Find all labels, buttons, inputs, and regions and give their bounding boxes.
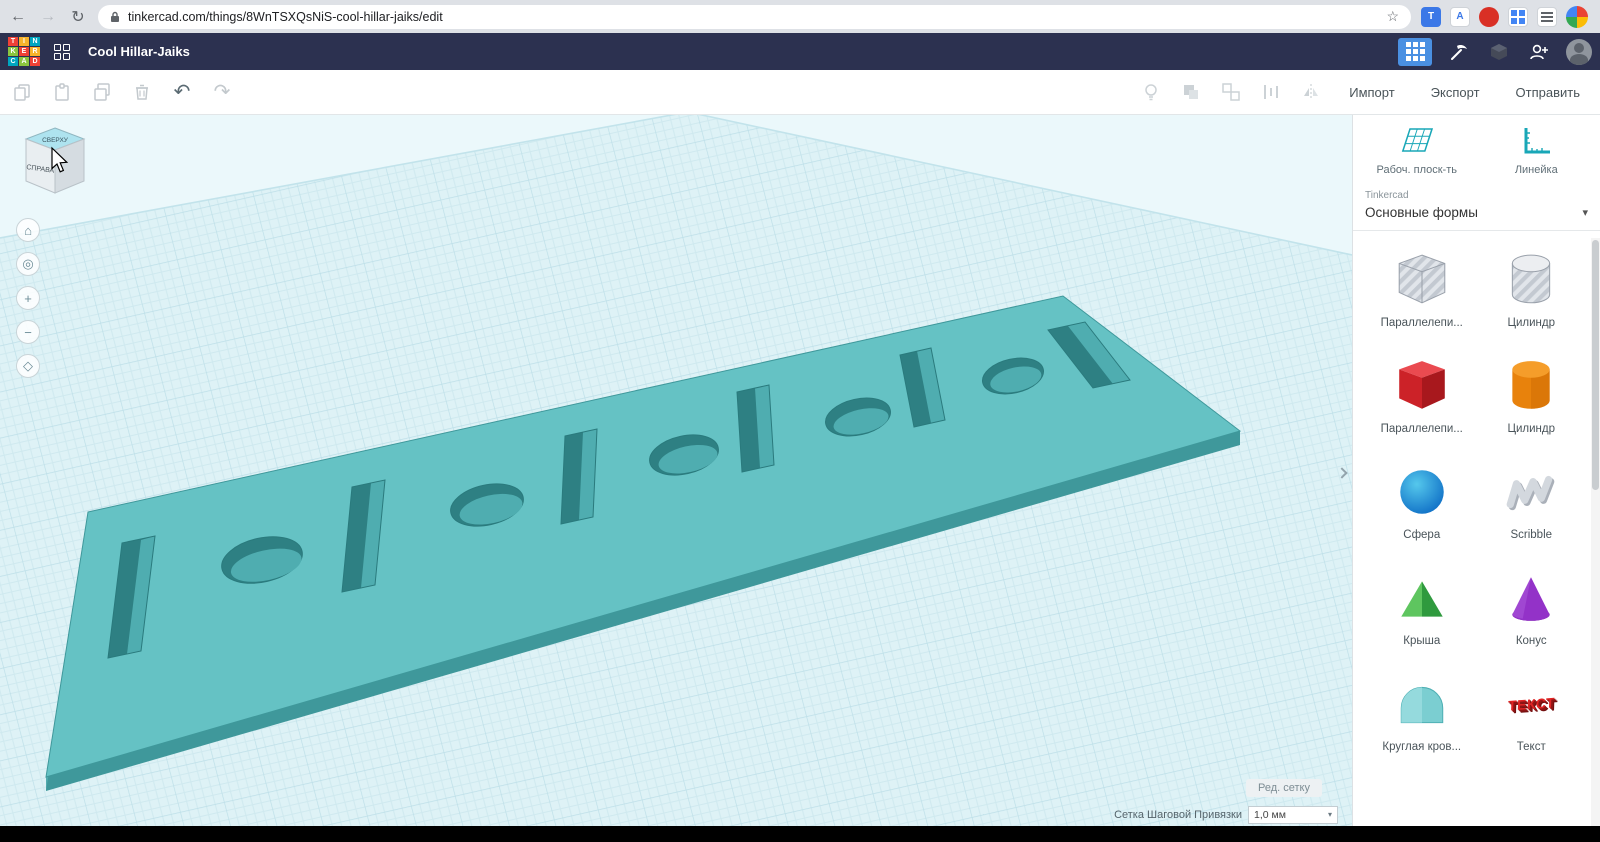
lock-icon bbox=[110, 11, 120, 23]
forward-icon[interactable]: → bbox=[38, 7, 58, 27]
group-icon[interactable] bbox=[1179, 80, 1203, 104]
scene-svg[interactable]: СВЕРХУ СПРАВА bbox=[0, 115, 1352, 826]
shapes-panel: Рабоч. плоск-ть Линейка Tinkercad Основн… bbox=[1352, 115, 1600, 826]
show-all-icon[interactable] bbox=[1139, 80, 1163, 104]
duplicate-icon[interactable] bbox=[90, 80, 114, 104]
tinker-tools-icon[interactable] bbox=[1446, 39, 1472, 65]
panel-scrollbar-thumb[interactable] bbox=[1592, 240, 1599, 490]
extension-icon-2[interactable] bbox=[1479, 6, 1499, 27]
translate-extension-icon[interactable]: A bbox=[1450, 6, 1470, 27]
extension-grid-icon[interactable] bbox=[1508, 6, 1528, 27]
ruler-icon bbox=[1524, 128, 1551, 154]
user-avatar[interactable] bbox=[1566, 38, 1592, 65]
zoom-in-button[interactable]: + bbox=[16, 286, 40, 310]
shape-item-box[interactable]: Параллелепи... bbox=[1373, 355, 1471, 435]
library-brand-label: Tinkercad bbox=[1365, 190, 1409, 201]
shape-item-round-roof[interactable]: Круглая кров... bbox=[1373, 673, 1471, 753]
cone-icon bbox=[1483, 567, 1581, 629]
extension-icon-1[interactable]: T bbox=[1421, 6, 1441, 27]
design-title[interactable]: Cool Hillar-Jaiks bbox=[88, 44, 1388, 59]
shape-category-select[interactable]: Основные формы ▾ bbox=[1353, 201, 1600, 231]
shape-category-value: Основные формы bbox=[1365, 205, 1478, 220]
view-cube-top-label: СВЕРХУ bbox=[42, 137, 69, 144]
text-3d-icon: ТЕКСТ bbox=[1507, 694, 1556, 714]
fit-view-button[interactable]: ◎ bbox=[16, 252, 40, 276]
browser-profile-avatar[interactable] bbox=[1566, 5, 1588, 28]
tinkercad-logo[interactable]: T I N K E R C A D bbox=[8, 37, 40, 66]
url-text[interactable]: tinkercad.com/things/8WnTSXQsNiS-cool-hi… bbox=[128, 10, 443, 24]
bottom-black-bar bbox=[0, 826, 1600, 842]
add-person-icon[interactable] bbox=[1526, 39, 1552, 65]
red-box-icon bbox=[1373, 355, 1471, 417]
copy-icon[interactable] bbox=[10, 80, 34, 104]
workplane-tool-label: Рабоч. плоск-ть bbox=[1376, 164, 1457, 176]
ruler-tool-label: Линейка bbox=[1514, 164, 1558, 176]
edit-grid-button[interactable]: Ред. сетку bbox=[1246, 779, 1322, 797]
blocks-icon[interactable] bbox=[1486, 39, 1512, 65]
paste-icon[interactable] bbox=[50, 80, 74, 104]
panel-scrollbar[interactable] bbox=[1591, 238, 1600, 826]
url-bar[interactable]: tinkercad.com/things/8WnTSXQsNiS-cool-hi… bbox=[98, 4, 1411, 29]
orange-cylinder-icon bbox=[1483, 355, 1581, 417]
roof-icon bbox=[1373, 567, 1471, 629]
zoom-out-button[interactable]: − bbox=[16, 320, 40, 344]
shape-item-scribble[interactable]: Scribble bbox=[1483, 461, 1581, 541]
snap-grid-select[interactable]: 1,0 мм ▾ bbox=[1248, 806, 1338, 824]
workplane-tool[interactable]: Рабоч. плоск-ть bbox=[1357, 125, 1477, 176]
3d-canvas[interactable]: СВЕРХУ СПРАВА ⌂ ◎ + − ◇ Ред. сетку Сетка… bbox=[0, 115, 1352, 826]
snap-grid-row: Сетка Шаговой Привязки 1,0 мм ▾ bbox=[1114, 806, 1338, 824]
perspective-toggle-button[interactable]: ◇ bbox=[16, 354, 40, 378]
mirror-icon[interactable] bbox=[1299, 80, 1323, 104]
cylinder-hole-icon bbox=[1483, 249, 1581, 311]
shape-item-cylinder[interactable]: Цилиндр bbox=[1483, 355, 1581, 435]
align-icon[interactable] bbox=[1259, 80, 1283, 104]
extension-list-icon[interactable] bbox=[1537, 6, 1557, 27]
app-header: T I N K E R C A D Cool Hillar-Jaiks bbox=[0, 33, 1600, 70]
workplane-icon bbox=[1401, 128, 1433, 152]
shape-item-cone[interactable]: Конус bbox=[1483, 567, 1581, 647]
shape-item-text[interactable]: ТЕКСТ Текст bbox=[1483, 673, 1581, 753]
panel-collapse-button[interactable] bbox=[1335, 462, 1349, 484]
edit-toolbar: ↶ ↷ Импорт Экспорт Отправить bbox=[0, 70, 1600, 115]
undo-icon[interactable]: ↶ bbox=[170, 80, 194, 104]
workspace: СВЕРХУ СПРАВА ⌂ ◎ + − ◇ Ред. сетку Сетка… bbox=[0, 115, 1600, 826]
snap-grid-value: 1,0 мм bbox=[1254, 809, 1286, 821]
shapes-grid: Параллелепи... Цилиндр Параллелепи... Ци… bbox=[1353, 231, 1600, 753]
browser-chrome: ← → ↻ tinkercad.com/things/8WnTSXQsNiS-c… bbox=[0, 0, 1600, 33]
home-view-button[interactable]: ⌂ bbox=[16, 218, 40, 242]
sphere-icon bbox=[1373, 461, 1471, 523]
apps-grid-button[interactable] bbox=[1398, 37, 1432, 66]
ungroup-icon[interactable] bbox=[1219, 80, 1243, 104]
shape-item-sphere[interactable]: Сфера bbox=[1373, 461, 1471, 541]
chevron-right-icon bbox=[1336, 467, 1348, 479]
back-icon[interactable]: ← bbox=[8, 7, 28, 27]
redo-icon[interactable]: ↷ bbox=[210, 80, 234, 104]
send-button[interactable]: Отправить bbox=[1506, 79, 1590, 106]
delete-icon[interactable] bbox=[130, 80, 154, 104]
caret-down-icon: ▾ bbox=[1582, 207, 1588, 219]
import-button[interactable]: Импорт bbox=[1339, 79, 1404, 106]
box-hole-icon bbox=[1373, 249, 1471, 311]
shape-item-roof[interactable]: Крыша bbox=[1373, 567, 1471, 647]
reload-icon[interactable]: ↻ bbox=[68, 7, 88, 27]
dashboard-icon[interactable] bbox=[54, 43, 70, 60]
shape-item-box-hole[interactable]: Параллелепи... bbox=[1373, 249, 1471, 329]
round-roof-icon bbox=[1373, 673, 1471, 735]
caret-down-icon: ▾ bbox=[1327, 810, 1332, 819]
scribble-icon bbox=[1483, 461, 1581, 523]
bookmark-star-icon[interactable]: ☆ bbox=[1386, 8, 1399, 25]
extensions-row: T A bbox=[1421, 5, 1592, 28]
ruler-tool[interactable]: Линейка bbox=[1477, 125, 1597, 176]
view-controls: ⌂ ◎ + − ◇ bbox=[16, 218, 40, 378]
shape-item-cylinder-hole[interactable]: Цилиндр bbox=[1483, 249, 1581, 329]
snap-grid-label: Сетка Шаговой Привязки bbox=[1114, 809, 1242, 821]
export-button[interactable]: Экспорт bbox=[1421, 79, 1490, 106]
